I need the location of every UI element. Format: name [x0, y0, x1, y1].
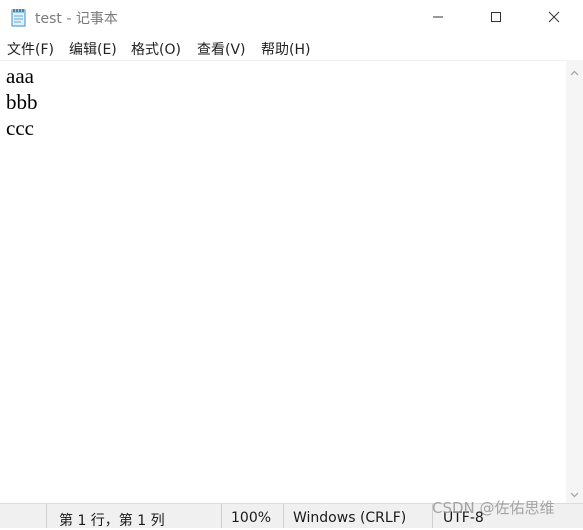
window-title: test - 记事本	[35, 11, 118, 27]
close-icon	[548, 11, 560, 23]
notepad-window: test - 记事本 文件(F) 编辑(E) 格式(O) 查看(V) 帮助(H)	[0, 0, 583, 529]
chevron-down-icon	[570, 483, 579, 502]
menu-file[interactable]: 文件(F)	[7, 39, 54, 59]
status-divider	[283, 504, 284, 528]
vertical-scrollbar[interactable]	[566, 60, 583, 503]
menu-help[interactable]: 帮助(H)	[261, 39, 310, 59]
menu-format[interactable]: 格式(O)	[131, 39, 181, 59]
text-editor[interactable]: aaa bbb ccc	[0, 60, 566, 504]
maximize-button[interactable]	[467, 0, 525, 34]
menu-bar: 文件(F) 编辑(E) 格式(O) 查看(V) 帮助(H)	[0, 35, 583, 59]
maximize-icon	[490, 11, 502, 23]
line-ending: Windows (CRLF)	[293, 510, 407, 526]
status-divider	[221, 504, 222, 528]
minimize-button[interactable]	[409, 0, 467, 34]
title-bar[interactable]: test - 记事本	[0, 0, 583, 34]
scroll-down-button[interactable]	[566, 484, 583, 501]
close-button[interactable]	[525, 0, 583, 34]
minimize-icon	[432, 11, 444, 23]
zoom-level: 100%	[231, 510, 272, 526]
menu-edit[interactable]: 编辑(E)	[69, 39, 117, 59]
editor-line: aaa	[6, 64, 34, 88]
menu-view[interactable]: 查看(V)	[197, 39, 246, 59]
editor-line: bbb	[6, 90, 38, 114]
scroll-up-button[interactable]	[566, 62, 583, 79]
editor-line: ccc	[6, 116, 34, 140]
notepad-icon	[10, 7, 28, 27]
cursor-position: 第 1 行，第 1 列	[59, 513, 165, 529]
watermark: CSDN @佐佑思维	[432, 499, 555, 517]
status-divider	[46, 504, 47, 528]
chevron-up-icon	[570, 61, 579, 80]
